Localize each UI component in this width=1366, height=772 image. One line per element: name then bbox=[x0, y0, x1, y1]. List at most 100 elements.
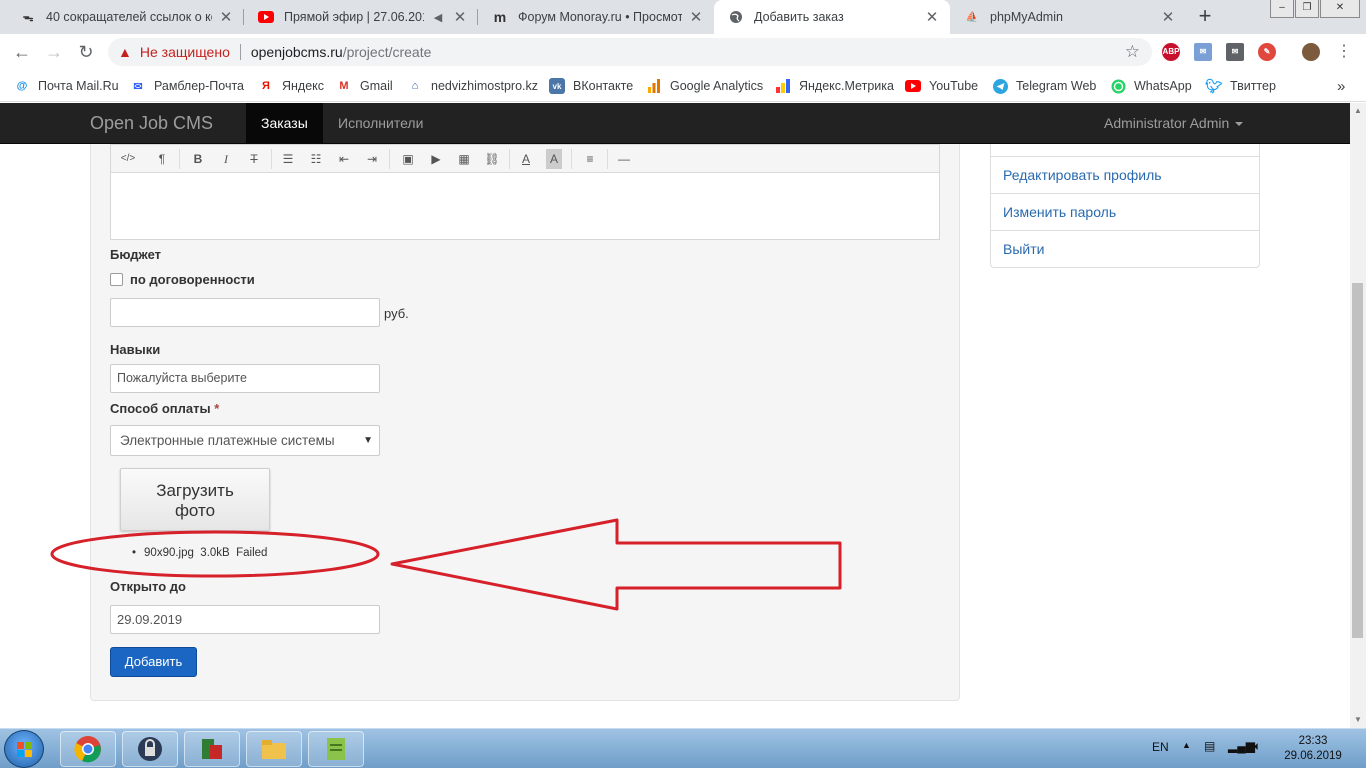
new-tab-button[interactable]: + bbox=[1193, 5, 1217, 29]
sidebar-item-logout[interactable]: Выйти bbox=[991, 230, 1259, 267]
adblock-plus-icon[interactable]: ABP bbox=[1162, 43, 1180, 61]
speaker-icon[interactable]: ◀ bbox=[430, 11, 446, 24]
close-tab-icon[interactable]: ✕ bbox=[688, 8, 704, 26]
more-bookmarks-chevron-icon[interactable]: » bbox=[1337, 76, 1345, 96]
browser-tab-active[interactable]: Добавить заказ ✕ bbox=[714, 0, 950, 34]
url-host[interactable]: openjobcms.ru bbox=[251, 44, 343, 60]
bookmark-whatsapp[interactable]: WhatsApp bbox=[1110, 76, 1192, 96]
browser-toolbar: ← → ↻ ▲ Не защищено openjobcms.ru/projec… bbox=[0, 34, 1366, 70]
strikethrough-icon[interactable]: T bbox=[243, 149, 265, 169]
scroll-up-arrow-icon[interactable]: ▲ bbox=[1350, 103, 1366, 119]
taskbar-notepad[interactable] bbox=[308, 731, 364, 767]
bookmark-twitter[interactable]: 🐦︎ Твиттер bbox=[1205, 76, 1276, 96]
telegram-icon bbox=[992, 78, 1008, 94]
text-color-icon[interactable]: A bbox=[515, 149, 537, 169]
language-indicator[interactable]: EN bbox=[1152, 740, 1169, 754]
close-tab-icon[interactable]: ✕ bbox=[1160, 8, 1176, 26]
horizontal-rule-icon[interactable]: — bbox=[613, 149, 635, 169]
numbered-list-icon[interactable]: ☷ bbox=[305, 149, 327, 169]
negotiable-checkbox[interactable] bbox=[110, 273, 123, 286]
bookmark-nedvizhimost[interactable]: ⌂ nedvizhimostpro.kz bbox=[407, 76, 538, 96]
bookmark-yandex[interactable]: Я Яндекс bbox=[258, 76, 324, 96]
mail-extension-icon[interactable]: ✉ bbox=[1194, 43, 1212, 61]
gmail-icon: M bbox=[339, 80, 349, 92]
extension-icon[interactable]: ✎ bbox=[1258, 43, 1276, 61]
browser-tab[interactable]: ᯓ 40 сокращателей ссылок о кот ✕ bbox=[6, 0, 244, 34]
minimize-window-button[interactable]: – bbox=[1270, 0, 1294, 18]
background-color-icon[interactable]: A bbox=[546, 149, 562, 169]
tray-expand-icon[interactable]: ▲ bbox=[1182, 740, 1191, 750]
payment-method-select[interactable]: Электронные платежные системы ▼ bbox=[110, 425, 380, 456]
close-tab-icon[interactable]: ✕ bbox=[218, 8, 234, 26]
bookmark-rambler[interactable]: ✉ Рамблер-Почта bbox=[130, 76, 244, 96]
nav-performers[interactable]: Исполнители bbox=[323, 103, 438, 143]
menu-kebab-icon[interactable]: ⋮ bbox=[1332, 40, 1356, 64]
volume-icon[interactable]: 🔈︎ bbox=[1254, 739, 1261, 754]
upload-photo-button[interactable]: Загрузить фото bbox=[120, 468, 270, 531]
paragraph-icon[interactable]: ¶ bbox=[151, 149, 173, 169]
nav-orders[interactable]: Заказы bbox=[246, 103, 323, 143]
budget-input[interactable] bbox=[110, 298, 380, 327]
warning-icon[interactable]: ▲ bbox=[118, 44, 132, 60]
close-tab-icon[interactable]: ✕ bbox=[452, 8, 468, 26]
bullet-list-icon[interactable]: ☰ bbox=[277, 149, 299, 169]
skills-select[interactable]: Пожалуйста выберите bbox=[110, 364, 380, 393]
taskbar-security-app[interactable] bbox=[122, 731, 178, 767]
table-icon[interactable]: ▦ bbox=[453, 149, 475, 169]
html-code-icon[interactable]: </> bbox=[117, 149, 139, 169]
bookmark-mailru[interactable]: @ Почта Mail.Ru bbox=[14, 76, 119, 96]
profile-avatar[interactable] bbox=[1302, 43, 1320, 61]
maximize-window-button[interactable]: ❐ bbox=[1295, 0, 1319, 18]
scroll-thumb[interactable] bbox=[1352, 283, 1363, 638]
taskbar-chrome[interactable] bbox=[60, 731, 116, 767]
link-icon[interactable]: ⛓ bbox=[481, 149, 503, 169]
gmail-checker-icon[interactable]: ✉ bbox=[1226, 43, 1244, 61]
reload-icon[interactable]: ↻ bbox=[74, 40, 98, 64]
indent-icon[interactable]: ⇥ bbox=[361, 149, 383, 169]
start-button[interactable] bbox=[4, 730, 44, 768]
page-scrollbar[interactable]: ▲ ▼ bbox=[1350, 103, 1366, 728]
negotiable-label[interactable]: по договоренности bbox=[130, 272, 255, 287]
submit-button[interactable]: Добавить bbox=[110, 647, 197, 677]
sidebar-item-edit-profile[interactable]: Редактировать профиль bbox=[991, 156, 1259, 193]
align-icon[interactable]: ≡ bbox=[579, 149, 601, 169]
url-path[interactable]: /project/create bbox=[343, 44, 432, 60]
bookmark-telegram[interactable]: Telegram Web bbox=[992, 76, 1096, 96]
file-size: 3.0kB bbox=[200, 547, 230, 559]
bookmark-google-analytics[interactable]: Google Analytics bbox=[646, 76, 763, 96]
bookmark-gmail[interactable]: M Gmail bbox=[336, 76, 392, 96]
outdent-icon[interactable]: ⇤ bbox=[333, 149, 355, 169]
image-icon[interactable]: ▣ bbox=[397, 149, 419, 169]
forward-arrow-icon[interactable]: → bbox=[42, 40, 66, 64]
address-bar[interactable]: ▲ Не защищено openjobcms.ru/project/crea… bbox=[108, 38, 1152, 66]
bold-icon[interactable]: B bbox=[187, 149, 209, 169]
open-until-input[interactable]: 29.09.2019 bbox=[110, 605, 380, 634]
video-icon[interactable]: ▶ bbox=[425, 149, 447, 169]
upload-label-line2: фото bbox=[174, 501, 216, 520]
description-editor[interactable]: </> ¶ B I T ☰ ☷ ⇤ ⇥ ▣ ▶ ▦ ⛓ A A ≡ — bbox=[110, 144, 940, 240]
back-arrow-icon[interactable]: ← bbox=[10, 40, 34, 64]
bookmark-vk[interactable]: vk ВКонтакте bbox=[549, 76, 633, 96]
site-brand[interactable]: Open Job CMS bbox=[90, 113, 213, 134]
taskbar-app[interactable] bbox=[184, 731, 240, 767]
tray-network-adapter-icon[interactable]: ▤ bbox=[1204, 739, 1215, 753]
user-menu-dropdown[interactable]: Administrator Admin bbox=[1089, 103, 1258, 143]
close-window-button[interactable]: ✕ bbox=[1320, 0, 1360, 18]
bookmark-yandex-metrika[interactable]: Яндекс.Метрика bbox=[775, 76, 894, 96]
tab-title: Форум Monoray.ru • Просмотр bbox=[518, 10, 682, 24]
taskbar-explorer[interactable] bbox=[246, 731, 302, 767]
bookmark-star-icon[interactable]: ☆ bbox=[1125, 42, 1140, 62]
sidebar-item-change-password[interactable]: Изменить пароль bbox=[991, 193, 1259, 230]
monoray-icon: m bbox=[493, 9, 507, 25]
browser-tab[interactable]: m Форум Monoray.ru • Просмотр ✕ bbox=[478, 0, 714, 34]
scroll-down-arrow-icon[interactable]: ▼ bbox=[1350, 712, 1366, 728]
system-clock[interactable]: 23:33 29.06.2019 bbox=[1281, 734, 1345, 764]
browser-tab[interactable]: ⛵ phpMyAdmin ✕ bbox=[950, 0, 1186, 34]
bookmark-label: Яндекс.Метрика bbox=[799, 79, 894, 93]
browser-tab[interactable]: Прямой эфир | 27.06.2019 · ◀ ✕ bbox=[244, 0, 478, 34]
signal-strength-icon[interactable]: ▂▄▆ bbox=[1228, 739, 1255, 753]
close-tab-icon[interactable]: ✕ bbox=[924, 8, 940, 26]
bookmark-youtube[interactable]: YouTube bbox=[905, 76, 978, 96]
security-status[interactable]: Не защищено bbox=[140, 44, 230, 60]
italic-icon[interactable]: I bbox=[215, 149, 237, 169]
